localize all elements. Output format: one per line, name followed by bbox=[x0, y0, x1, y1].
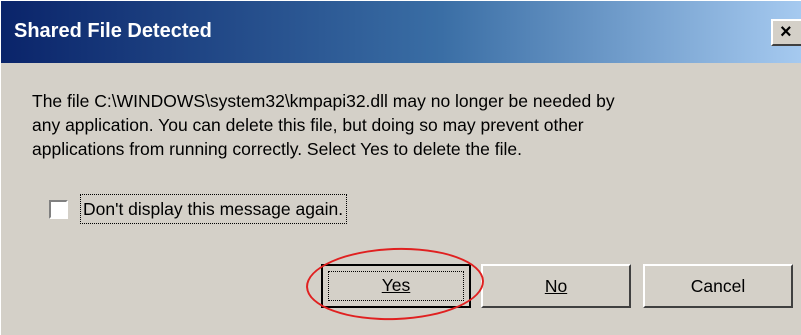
dont-display-again-checkbox[interactable] bbox=[49, 200, 68, 219]
yes-button[interactable]: Yes bbox=[321, 264, 471, 308]
cancel-button[interactable]: Cancel bbox=[643, 264, 793, 308]
message-line-1: The file C:\WINDOWS\system32\kmpapi32.dl… bbox=[32, 91, 615, 111]
message-line-3: applications from running correctly. Sel… bbox=[32, 139, 522, 159]
cancel-button-label: Cancel bbox=[690, 276, 746, 296]
message-line-2: any application. You can delete this fil… bbox=[32, 115, 584, 135]
close-button[interactable]: × bbox=[771, 19, 801, 46]
shared-file-dialog: Shared File Detected × The file C:\WINDO… bbox=[0, 0, 801, 335]
dont-display-again-label[interactable]: Don't display this message again. bbox=[80, 194, 348, 224]
no-button[interactable]: No bbox=[481, 264, 631, 308]
yes-button-label: Yes bbox=[381, 275, 411, 295]
message-text: The file C:\WINDOWS\system32\kmpapi32.dl… bbox=[32, 89, 772, 161]
title-bar[interactable]: Shared File Detected bbox=[1, 1, 801, 63]
dialog-title: Shared File Detected bbox=[14, 20, 212, 42]
close-icon: × bbox=[780, 21, 792, 43]
no-button-label: No bbox=[544, 276, 568, 296]
